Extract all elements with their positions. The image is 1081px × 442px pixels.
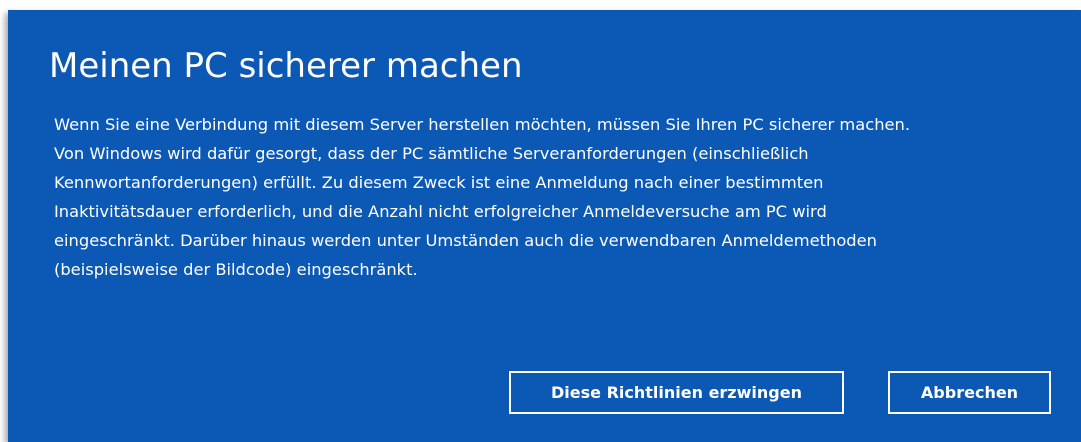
dialog-message: Wenn Sie eine Verbindung mit diesem Serv… <box>54 115 911 279</box>
cancel-button-label: Abbrechen <box>920 383 1019 402</box>
cancel-button[interactable]: Abbrechen <box>888 371 1051 414</box>
screen: Meinen PC sicherer machen Wenn Sie eine … <box>0 0 1081 442</box>
enforce-policies-button[interactable]: Diese Richtlinien erzwingen <box>509 371 844 414</box>
enforce-policies-button-label: Diese Richtlinien erzwingen <box>551 383 802 402</box>
dialog-title: Meinen PC sicherer machen <box>49 46 523 86</box>
security-dialog: Meinen PC sicherer machen Wenn Sie eine … <box>8 10 1081 442</box>
